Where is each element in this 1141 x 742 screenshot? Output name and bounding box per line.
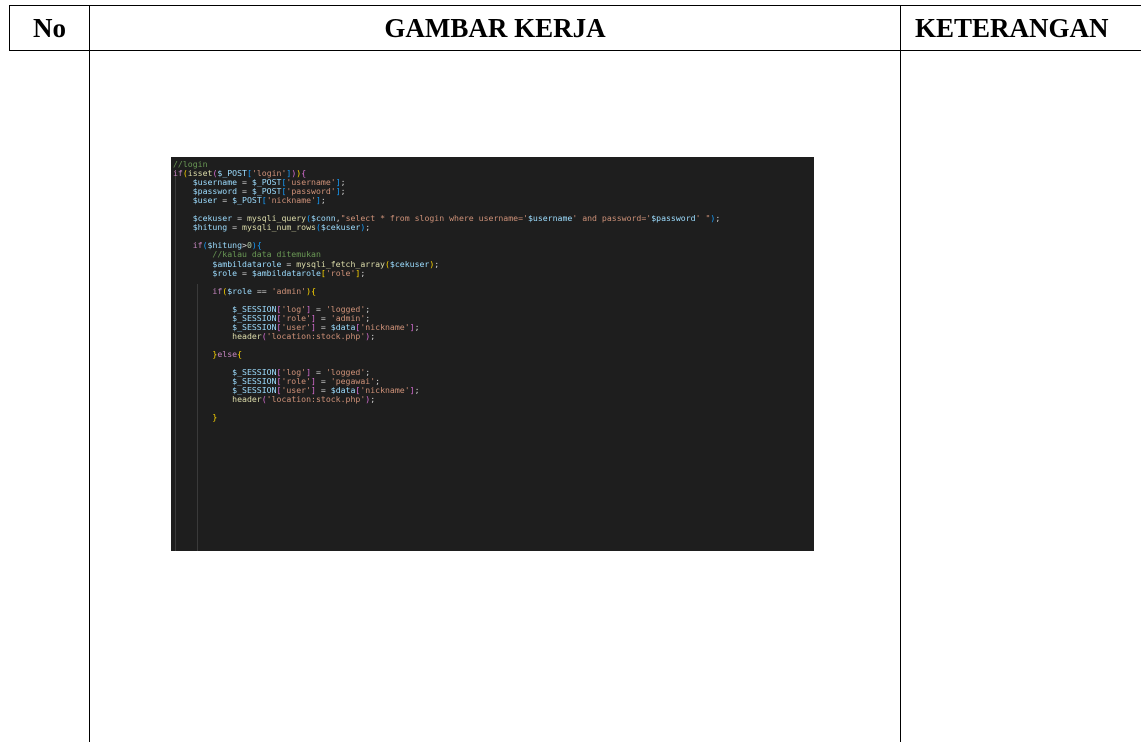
code-token: } (173, 412, 218, 423)
code-token: ; (414, 321, 420, 332)
code-token: $password (651, 213, 696, 224)
code-line: header('location:stock.php'); (173, 395, 814, 404)
code-token: ; (715, 213, 721, 224)
code-line: }else{ (173, 348, 814, 359)
code-line: header('location:stock.php'); (173, 330, 814, 341)
code-token: $cekuser (320, 222, 361, 233)
code-token: ; (360, 267, 366, 278)
code-token: header (173, 394, 262, 405)
code-token: 'location:stock.php' (266, 330, 366, 341)
code-token: header (173, 330, 262, 341)
code-line: if($role == 'admin'){ (173, 285, 814, 296)
header-gambar-kerja: GAMBAR KERJA (384, 13, 606, 43)
code-token: $username (527, 213, 573, 224)
code-token: ; (370, 330, 376, 341)
code-token: ; (365, 222, 371, 233)
header-bottom-border (9, 50, 1141, 51)
code-token: 'role' (325, 267, 356, 278)
code-token: == (251, 285, 272, 296)
code-token: ; (414, 385, 420, 396)
code-token: $role (173, 267, 238, 278)
code-token: ; (320, 195, 326, 206)
code-token: $role (227, 285, 252, 296)
code-token: 'nickname' (266, 195, 316, 206)
code-token: $hitung (173, 222, 228, 233)
column-divider-gambar (900, 5, 901, 742)
code-line: } (173, 413, 814, 422)
code-line: $hitung = mysqli_num_rows($cekuser); (173, 223, 814, 232)
code-token: else (217, 348, 238, 359)
code-token: = (227, 222, 243, 233)
code-token: ; (370, 394, 376, 405)
header-keterangan: KETERANGAN (915, 13, 1109, 43)
code-token: ' and password=' (572, 213, 652, 224)
code-token: } (173, 348, 218, 359)
code-token: 'admin' (271, 285, 307, 296)
code-token: if (173, 285, 223, 296)
code-lines: //login if(isset($_POST['login'])){ $user… (173, 159, 814, 422)
code-token: mysqli_num_rows (242, 222, 316, 233)
code-token: $cekuser (389, 258, 430, 269)
code-token: = (237, 267, 252, 278)
code-token: ; (340, 186, 346, 197)
code-token: $ambildatarole (251, 267, 321, 278)
code-token: = (217, 195, 233, 206)
header-no: No (33, 13, 66, 43)
code-token: $user (173, 195, 218, 206)
code-token: $_POST (232, 195, 262, 206)
column-divider-no (89, 5, 90, 742)
code-screenshot: //login if(isset($_POST['login'])){ $user… (171, 157, 814, 551)
code-token: { (237, 348, 243, 359)
code-token: 'location:stock.php' (266, 394, 366, 405)
code-token: ; (434, 258, 440, 269)
code-line: $user = $_POST['nickname']; (173, 196, 814, 205)
code-token: { (311, 285, 316, 296)
code-line: $role = $ambildatarole['role']; (173, 267, 814, 278)
code-token: ' " (695, 213, 711, 224)
